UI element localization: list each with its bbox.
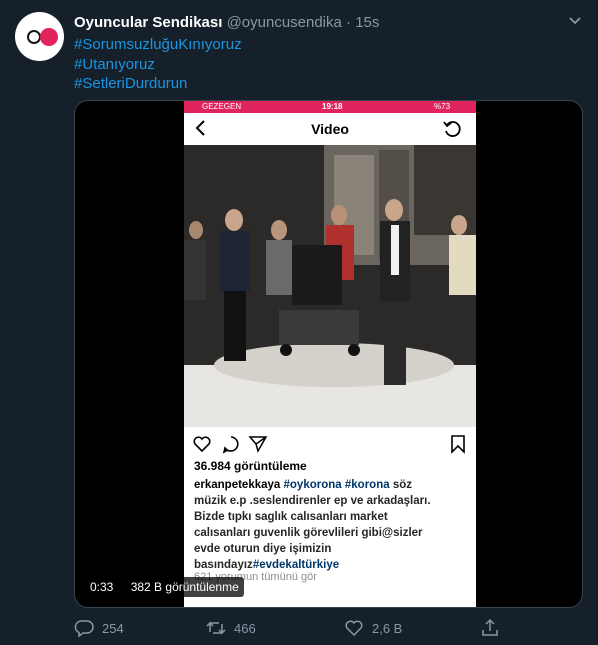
carrier-label: GEZEGEN	[202, 102, 242, 111]
video-timestamp: 0:33	[90, 580, 114, 594]
view-count: 36.984 görüntüleme	[194, 459, 307, 473]
video-view-count: 382 B görüntülenme	[130, 580, 239, 594]
hashtag-link[interactable]: #SorumsuzluğuKınıyoruz	[74, 35, 242, 55]
logo-face-icon	[27, 30, 41, 44]
bookmark-icon	[451, 435, 465, 454]
video-overlay: 0:33 382 B görüntülenme	[85, 577, 244, 597]
caption-hashtag: #oykorona	[283, 479, 342, 491]
phone-nav-title: Video	[311, 121, 349, 137]
tweet-actions: 254 466 2,6 B	[74, 614, 583, 642]
video-scene	[184, 145, 476, 427]
reply-icon	[74, 620, 94, 638]
retweet-count: 466	[234, 621, 256, 636]
post-actions	[184, 431, 476, 457]
caption-text: müzik e.p .seslendirenler ep ve arkadaşl…	[194, 495, 431, 507]
heart-icon	[345, 620, 363, 637]
comment-icon	[222, 436, 239, 454]
caption-text: söz	[392, 479, 413, 491]
logo-badge-icon	[40, 28, 58, 46]
share-icon	[482, 618, 498, 636]
video-player[interactable]: GEZEGEN 19:18 %73 Video 36.984 görüntüle…	[74, 100, 583, 608]
tweet[interactable]: Oyuncular Sendikası @oyuncusendika · 15s…	[0, 0, 598, 645]
tweet-header: Oyuncular Sendikası @oyuncusendika · 15s	[74, 14, 379, 31]
caption-text: evde oturun diye işimizin	[194, 543, 332, 555]
refresh-icon	[443, 121, 461, 137]
heart-icon	[193, 436, 211, 453]
caption-text: calısanları guvenlik görevlileri gibi@si…	[194, 527, 423, 539]
hashtag-link[interactable]: #Utanıyoruz	[74, 55, 242, 75]
video-frame: GEZEGEN 19:18 %73 Video 36.984 görüntüle…	[184, 101, 476, 607]
caption-text: basındayız	[194, 559, 253, 571]
caption-hashtag: #korona	[344, 479, 390, 491]
hashtag-link[interactable]: #SetleriDurdurun	[74, 74, 242, 94]
phone-status-bar: GEZEGEN 19:18 %73	[184, 101, 476, 113]
like-count: 2,6 B	[372, 621, 403, 636]
post-caption: erkanpetekkaya #oykorona #korona söz müz…	[194, 477, 469, 573]
caption-username: erkanpetekkaya	[194, 479, 281, 491]
phone-nav-bar: Video	[184, 113, 476, 145]
caption-text: Bizde tıpkı saglık calısanları market	[194, 511, 388, 523]
caption-hashtag: #evdekaltürkiye	[252, 559, 340, 571]
reply-count: 254	[102, 621, 124, 636]
chevron-down-icon[interactable]	[566, 12, 584, 30]
battery-label: %73	[434, 102, 451, 111]
tweet-text: #SorumsuzluğuKınıyoruz #Utanıyoruz #Setl…	[74, 35, 242, 94]
avatar[interactable]	[15, 12, 64, 61]
author-handle[interactable]: @oyuncusendika	[227, 14, 342, 31]
phone-clock: 19:18	[322, 102, 343, 111]
share-icon	[248, 436, 268, 453]
tweet-time[interactable]: 15s	[355, 14, 379, 31]
author-name[interactable]: Oyuncular Sendikası	[74, 14, 222, 31]
dot-separator: ·	[346, 14, 352, 31]
retweet-icon	[206, 621, 226, 635]
